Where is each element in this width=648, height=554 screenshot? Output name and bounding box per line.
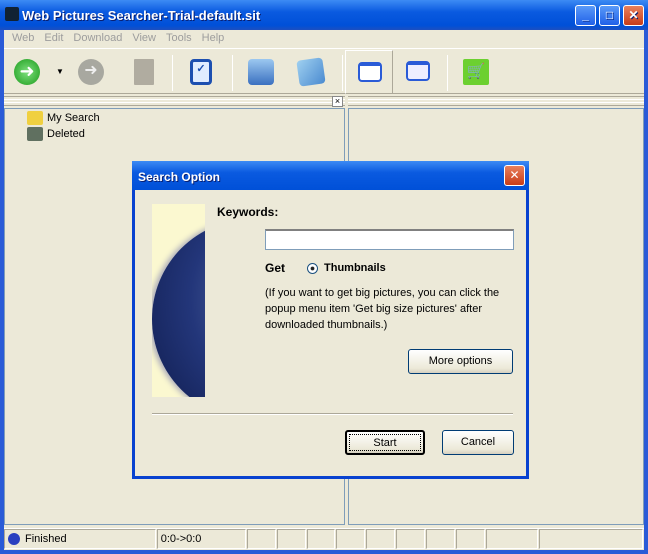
folder-icon bbox=[27, 111, 43, 125]
keywords-label: Keywords: bbox=[217, 205, 279, 219]
start-button[interactable]: Start bbox=[345, 430, 425, 455]
next-icon[interactable]: ➜ bbox=[78, 59, 104, 85]
pane-header bbox=[348, 96, 644, 106]
status-range: 0:0->0:0 bbox=[156, 529, 246, 549]
title-bar: Web Pictures Searcher-Trial-default.sit … bbox=[0, 0, 648, 30]
toolbar: ➜ ▼ ➜ ✓ 🛒 bbox=[4, 48, 644, 94]
separator bbox=[447, 55, 448, 91]
checklist-icon[interactable]: ✓ bbox=[190, 59, 212, 85]
minimize-button[interactable]: _ bbox=[575, 5, 596, 26]
menu-download[interactable]: Download bbox=[68, 30, 127, 47]
close-button[interactable]: ✕ bbox=[623, 5, 644, 26]
more-options-button[interactable]: More options bbox=[408, 349, 513, 374]
menu-tools[interactable]: Tools bbox=[161, 30, 197, 47]
status-pane bbox=[306, 529, 336, 549]
cart-icon[interactable]: 🛒 bbox=[463, 59, 489, 85]
keywords-input[interactable] bbox=[265, 229, 514, 250]
list-view-icon[interactable] bbox=[406, 61, 430, 81]
menu-view[interactable]: View bbox=[127, 30, 161, 47]
maximize-button[interactable]: □ bbox=[599, 5, 620, 26]
tree-item-my-search[interactable]: My Search bbox=[27, 111, 100, 125]
status-message: Finished bbox=[4, 529, 156, 549]
menu-web[interactable]: Web bbox=[7, 30, 39, 47]
dropdown-arrow-icon[interactable]: ▼ bbox=[56, 67, 64, 76]
app-icon bbox=[5, 7, 19, 21]
radio-selected-icon bbox=[307, 262, 318, 274]
status-pane bbox=[426, 529, 456, 549]
hint-text: (If you want to get big pictures, you ca… bbox=[265, 287, 500, 331]
cancel-button[interactable]: Cancel bbox=[442, 430, 514, 455]
globe-icon bbox=[8, 533, 20, 545]
computer-icon[interactable] bbox=[248, 59, 274, 85]
status-pane bbox=[486, 529, 539, 549]
search-option-dialog: Search Option ✕ Keywords: Get Thumbnails… bbox=[132, 161, 529, 479]
thumbnail-view-button[interactable] bbox=[345, 50, 393, 94]
menu-edit[interactable]: Edit bbox=[39, 30, 68, 47]
window-title: Web Pictures Searcher-Trial-default.sit bbox=[22, 7, 261, 23]
recycle-bin-icon bbox=[27, 127, 43, 141]
status-bar: Finished 0:0->0:0 bbox=[4, 528, 644, 550]
separator bbox=[232, 55, 233, 91]
status-pane bbox=[456, 529, 486, 549]
picture-icon[interactable] bbox=[296, 57, 326, 87]
tree-item-deleted[interactable]: Deleted bbox=[27, 127, 85, 141]
status-pane bbox=[366, 529, 396, 549]
status-pane bbox=[336, 529, 366, 549]
thumbnails-radio[interactable]: Thumbnails bbox=[307, 262, 386, 274]
separator bbox=[172, 55, 173, 91]
menu-bar: Web Edit Download View Tools Help bbox=[4, 30, 229, 47]
dialog-close-button[interactable]: ✕ bbox=[504, 165, 525, 186]
divider bbox=[152, 413, 513, 415]
status-pane bbox=[276, 529, 306, 549]
status-pane bbox=[246, 529, 276, 549]
separator bbox=[342, 55, 343, 91]
pane-header bbox=[4, 96, 345, 106]
status-pane bbox=[396, 529, 426, 549]
stop-icon[interactable] bbox=[134, 59, 154, 85]
dialog-title: Search Option bbox=[132, 161, 529, 190]
status-pane bbox=[539, 529, 643, 549]
menu-help[interactable]: Help bbox=[197, 30, 230, 47]
go-icon[interactable]: ➜ bbox=[14, 59, 40, 85]
pane-close-icon[interactable]: × bbox=[332, 96, 343, 107]
earth-image bbox=[152, 204, 205, 397]
get-label: Get bbox=[265, 261, 286, 275]
thumbnail-grid-icon bbox=[358, 62, 382, 82]
